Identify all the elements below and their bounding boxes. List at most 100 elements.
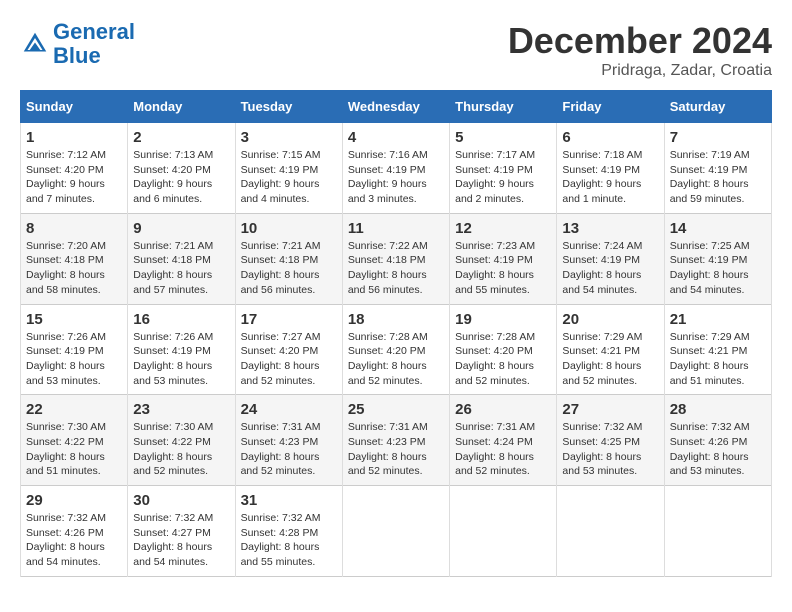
- table-row: 7 Sunrise: 7:19 AM Sunset: 4:19 PM Dayli…: [664, 123, 771, 214]
- day-info: Sunrise: 7:21 AM Sunset: 4:18 PM Dayligh…: [133, 239, 229, 298]
- day-info: Sunrise: 7:21 AM Sunset: 4:18 PM Dayligh…: [241, 239, 337, 298]
- day-number: 20: [562, 311, 658, 328]
- day-info: Sunrise: 7:13 AM Sunset: 4:20 PM Dayligh…: [133, 148, 229, 207]
- day-number: 5: [455, 129, 551, 146]
- day-info: Sunrise: 7:31 AM Sunset: 4:24 PM Dayligh…: [455, 420, 551, 479]
- table-row: 11 Sunrise: 7:22 AM Sunset: 4:18 PM Dayl…: [342, 213, 449, 304]
- day-number: 8: [26, 220, 122, 237]
- day-number: 2: [133, 129, 229, 146]
- header-row: Sunday Monday Tuesday Wednesday Thursday…: [21, 91, 772, 123]
- day-number: 30: [133, 492, 229, 509]
- table-row: 5 Sunrise: 7:17 AM Sunset: 4:19 PM Dayli…: [450, 123, 557, 214]
- day-number: 29: [26, 492, 122, 509]
- table-row: 4 Sunrise: 7:16 AM Sunset: 4:19 PM Dayli…: [342, 123, 449, 214]
- table-row: 20 Sunrise: 7:29 AM Sunset: 4:21 PM Dayl…: [557, 304, 664, 395]
- day-info: Sunrise: 7:12 AM Sunset: 4:20 PM Dayligh…: [26, 148, 122, 207]
- day-info: Sunrise: 7:23 AM Sunset: 4:19 PM Dayligh…: [455, 239, 551, 298]
- day-number: 13: [562, 220, 658, 237]
- day-info: Sunrise: 7:26 AM Sunset: 4:19 PM Dayligh…: [133, 330, 229, 389]
- table-row: 14 Sunrise: 7:25 AM Sunset: 4:19 PM Dayl…: [664, 213, 771, 304]
- day-info: Sunrise: 7:15 AM Sunset: 4:19 PM Dayligh…: [241, 148, 337, 207]
- day-info: Sunrise: 7:19 AM Sunset: 4:19 PM Dayligh…: [670, 148, 766, 207]
- page-header: General Blue December 2024 Pridraga, Zad…: [20, 20, 772, 80]
- day-info: Sunrise: 7:25 AM Sunset: 4:19 PM Dayligh…: [670, 239, 766, 298]
- col-sunday: Sunday: [21, 91, 128, 123]
- calendar-row: 8 Sunrise: 7:20 AM Sunset: 4:18 PM Dayli…: [21, 213, 772, 304]
- day-number: 7: [670, 129, 766, 146]
- table-row: 29 Sunrise: 7:32 AM Sunset: 4:26 PM Dayl…: [21, 486, 128, 577]
- table-row: 1 Sunrise: 7:12 AM Sunset: 4:20 PM Dayli…: [21, 123, 128, 214]
- day-info: Sunrise: 7:32 AM Sunset: 4:26 PM Dayligh…: [26, 511, 122, 570]
- col-monday: Monday: [128, 91, 235, 123]
- day-info: Sunrise: 7:22 AM Sunset: 4:18 PM Dayligh…: [348, 239, 444, 298]
- col-thursday: Thursday: [450, 91, 557, 123]
- day-info: Sunrise: 7:30 AM Sunset: 4:22 PM Dayligh…: [133, 420, 229, 479]
- table-row: [450, 486, 557, 577]
- day-number: 22: [26, 401, 122, 418]
- day-info: Sunrise: 7:32 AM Sunset: 4:27 PM Dayligh…: [133, 511, 229, 570]
- day-info: Sunrise: 7:28 AM Sunset: 4:20 PM Dayligh…: [455, 330, 551, 389]
- table-row: 18 Sunrise: 7:28 AM Sunset: 4:20 PM Dayl…: [342, 304, 449, 395]
- table-row: 9 Sunrise: 7:21 AM Sunset: 4:18 PM Dayli…: [128, 213, 235, 304]
- day-number: 12: [455, 220, 551, 237]
- day-number: 17: [241, 311, 337, 328]
- table-row: 10 Sunrise: 7:21 AM Sunset: 4:18 PM Dayl…: [235, 213, 342, 304]
- day-info: Sunrise: 7:30 AM Sunset: 4:22 PM Dayligh…: [26, 420, 122, 479]
- table-row: 26 Sunrise: 7:31 AM Sunset: 4:24 PM Dayl…: [450, 395, 557, 486]
- day-number: 21: [670, 311, 766, 328]
- day-number: 24: [241, 401, 337, 418]
- calendar-row: 1 Sunrise: 7:12 AM Sunset: 4:20 PM Dayli…: [21, 123, 772, 214]
- table-row: [342, 486, 449, 577]
- table-row: 24 Sunrise: 7:31 AM Sunset: 4:23 PM Dayl…: [235, 395, 342, 486]
- day-number: 11: [348, 220, 444, 237]
- day-info: Sunrise: 7:27 AM Sunset: 4:20 PM Dayligh…: [241, 330, 337, 389]
- location-title: Pridraga, Zadar, Croatia: [508, 62, 772, 80]
- day-info: Sunrise: 7:29 AM Sunset: 4:21 PM Dayligh…: [562, 330, 658, 389]
- day-info: Sunrise: 7:20 AM Sunset: 4:18 PM Dayligh…: [26, 239, 122, 298]
- table-row: 13 Sunrise: 7:24 AM Sunset: 4:19 PM Dayl…: [557, 213, 664, 304]
- day-number: 19: [455, 311, 551, 328]
- day-info: Sunrise: 7:24 AM Sunset: 4:19 PM Dayligh…: [562, 239, 658, 298]
- table-row: 8 Sunrise: 7:20 AM Sunset: 4:18 PM Dayli…: [21, 213, 128, 304]
- table-row: 21 Sunrise: 7:29 AM Sunset: 4:21 PM Dayl…: [664, 304, 771, 395]
- day-number: 6: [562, 129, 658, 146]
- day-info: Sunrise: 7:31 AM Sunset: 4:23 PM Dayligh…: [348, 420, 444, 479]
- day-info: Sunrise: 7:32 AM Sunset: 4:28 PM Dayligh…: [241, 511, 337, 570]
- day-number: 3: [241, 129, 337, 146]
- table-row: [664, 486, 771, 577]
- table-row: 12 Sunrise: 7:23 AM Sunset: 4:19 PM Dayl…: [450, 213, 557, 304]
- day-number: 25: [348, 401, 444, 418]
- calendar-row: 29 Sunrise: 7:32 AM Sunset: 4:26 PM Dayl…: [21, 486, 772, 577]
- day-number: 9: [133, 220, 229, 237]
- day-info: Sunrise: 7:18 AM Sunset: 4:19 PM Dayligh…: [562, 148, 658, 207]
- day-number: 14: [670, 220, 766, 237]
- col-saturday: Saturday: [664, 91, 771, 123]
- day-number: 27: [562, 401, 658, 418]
- day-number: 15: [26, 311, 122, 328]
- table-row: 3 Sunrise: 7:15 AM Sunset: 4:19 PM Dayli…: [235, 123, 342, 214]
- table-row: 17 Sunrise: 7:27 AM Sunset: 4:20 PM Dayl…: [235, 304, 342, 395]
- day-info: Sunrise: 7:17 AM Sunset: 4:19 PM Dayligh…: [455, 148, 551, 207]
- day-info: Sunrise: 7:29 AM Sunset: 4:21 PM Dayligh…: [670, 330, 766, 389]
- day-number: 1: [26, 129, 122, 146]
- table-row: 23 Sunrise: 7:30 AM Sunset: 4:22 PM Dayl…: [128, 395, 235, 486]
- day-number: 31: [241, 492, 337, 509]
- calendar-table: Sunday Monday Tuesday Wednesday Thursday…: [20, 90, 772, 577]
- day-info: Sunrise: 7:16 AM Sunset: 4:19 PM Dayligh…: [348, 148, 444, 207]
- day-info: Sunrise: 7:32 AM Sunset: 4:25 PM Dayligh…: [562, 420, 658, 479]
- calendar-row: 15 Sunrise: 7:26 AM Sunset: 4:19 PM Dayl…: [21, 304, 772, 395]
- logo: General Blue: [20, 20, 135, 68]
- day-number: 16: [133, 311, 229, 328]
- table-row: 30 Sunrise: 7:32 AM Sunset: 4:27 PM Dayl…: [128, 486, 235, 577]
- table-row: 19 Sunrise: 7:28 AM Sunset: 4:20 PM Dayl…: [450, 304, 557, 395]
- col-friday: Friday: [557, 91, 664, 123]
- day-number: 10: [241, 220, 337, 237]
- title-block: December 2024 Pridraga, Zadar, Croatia: [508, 20, 772, 80]
- day-number: 4: [348, 129, 444, 146]
- logo-icon: [20, 29, 50, 59]
- table-row: 22 Sunrise: 7:30 AM Sunset: 4:22 PM Dayl…: [21, 395, 128, 486]
- day-info: Sunrise: 7:26 AM Sunset: 4:19 PM Dayligh…: [26, 330, 122, 389]
- day-info: Sunrise: 7:32 AM Sunset: 4:26 PM Dayligh…: [670, 420, 766, 479]
- day-info: Sunrise: 7:31 AM Sunset: 4:23 PM Dayligh…: [241, 420, 337, 479]
- day-number: 28: [670, 401, 766, 418]
